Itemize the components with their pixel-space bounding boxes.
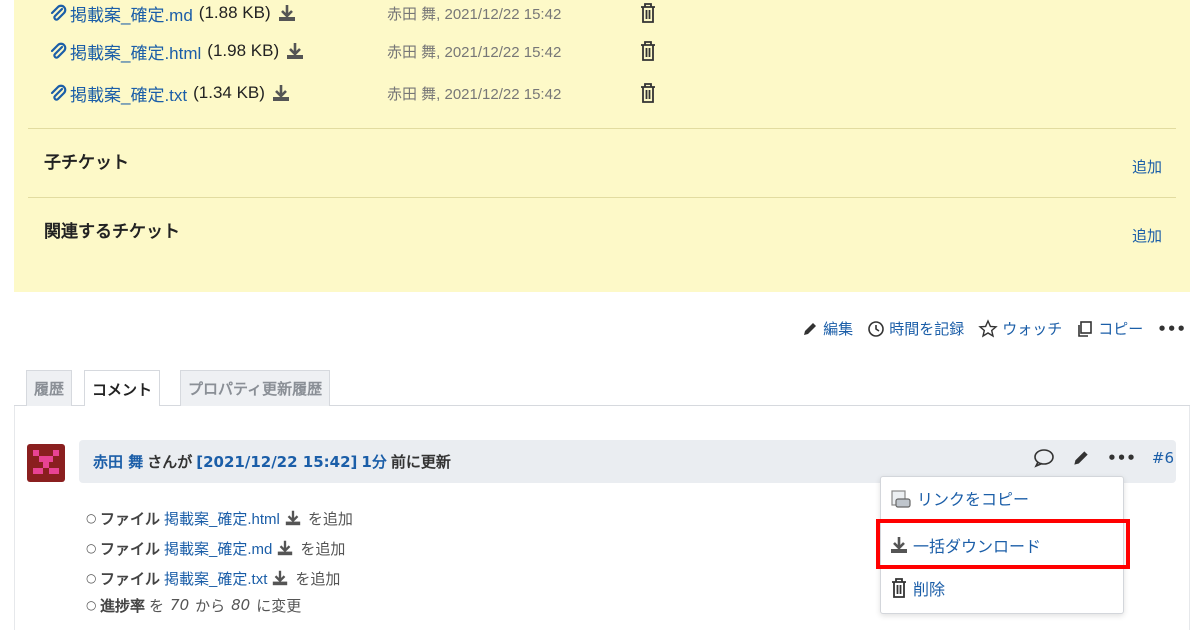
paperclip-icon: [50, 84, 67, 101]
highlight-box: [876, 519, 1130, 569]
relations-title: 関連するチケット: [44, 222, 180, 242]
delete-icon[interactable]: [638, 40, 658, 62]
pencil-icon[interactable]: [1071, 448, 1091, 468]
comment-icon[interactable]: [1033, 448, 1055, 468]
log-time-button[interactable]: 時間を記録: [867, 318, 964, 339]
bullet: ○: [86, 598, 97, 612]
add-relation-link[interactable]: 追加: [1132, 225, 1162, 246]
attachment-size: (1.88 KB): [198, 3, 271, 22]
divider: [28, 197, 1176, 198]
add-subtask-link[interactable]: 追加: [1132, 156, 1162, 177]
attachment-link[interactable]: 掲載案_確定.html: [70, 39, 201, 64]
attachment-link[interactable]: 掲載案_確定.txt: [70, 81, 187, 106]
download-icon[interactable]: [276, 539, 294, 557]
detail-file-link[interactable]: 掲載案_確定.txt: [164, 568, 267, 589]
more-icon[interactable]: •••: [1157, 320, 1186, 338]
journal-detail-item: ○ 進捗率 を 70 から 80 に変更: [86, 596, 302, 615]
copy-button[interactable]: コピー: [1076, 318, 1143, 339]
delete-icon[interactable]: [638, 2, 658, 24]
subtasks-title: 子チケット: [44, 153, 129, 173]
download-icon[interactable]: [271, 83, 291, 103]
journal-detail-item: ○ ファイル 掲載案_確定.html を追加: [86, 508, 353, 529]
download-icon[interactable]: [271, 569, 289, 587]
download-icon[interactable]: [284, 509, 302, 527]
journal-actions: ••• #6: [1033, 448, 1174, 468]
copy-link-menu-item[interactable]: リンクをコピー: [889, 483, 1029, 513]
download-icon[interactable]: [277, 3, 297, 23]
journal-by-text: さんが: [147, 453, 193, 471]
avatar[interactable]: [27, 444, 65, 482]
attachment-size: (1.34 KB): [193, 83, 265, 102]
watch-button[interactable]: ウォッチ: [978, 318, 1062, 339]
attachment-row: 掲載案_確定.md (1.88 KB): [48, 0, 297, 28]
journal-timestamp-link[interactable]: [2021/12/22 15:42]: [196, 453, 357, 471]
attachment-author: 赤田 舞, 2021/12/22 15:42: [387, 85, 562, 103]
detail-file-link[interactable]: 掲載案_確定.html: [164, 508, 280, 529]
journal-detail-item: ○ ファイル 掲載案_確定.md を追加: [86, 538, 346, 559]
detail-file-link[interactable]: 掲載案_確定.md: [164, 538, 272, 559]
attachment-size: (1.98 KB): [207, 41, 280, 60]
attachment-link[interactable]: 掲載案_確定.md: [70, 1, 193, 26]
journal-number-link[interactable]: #6: [1152, 449, 1174, 467]
tab-history[interactable]: 履歴: [26, 370, 73, 406]
paperclip-icon: [50, 42, 67, 59]
delete-icon[interactable]: [638, 82, 658, 104]
attachment-author: 赤田 舞, 2021/12/22 15:42: [387, 43, 562, 61]
journal-detail-item: ○ ファイル 掲載案_確定.txt を追加: [86, 568, 341, 589]
attachment-author: 赤田 舞, 2021/12/22 15:42: [387, 5, 562, 23]
pencil-icon: [804, 322, 817, 335]
tab-comments[interactable]: コメント: [84, 370, 161, 407]
copy-icon: [1078, 320, 1093, 337]
contextual-toolbar: 編集 時間を記録 ウォッチ コピー •••: [787, 318, 1186, 339]
attachment-row: 掲載案_確定.txt (1.34 KB): [48, 78, 291, 108]
bullet: ○: [86, 511, 97, 525]
edit-button[interactable]: 編集: [801, 318, 853, 339]
tab-property-changes[interactable]: プロパティ更新履歴: [180, 370, 331, 406]
journal-author-link[interactable]: 赤田 舞: [93, 451, 143, 472]
attachment-row: 掲載案_確定.html (1.98 KB): [48, 36, 305, 66]
paperclip-icon: [50, 4, 67, 21]
star-icon: [978, 318, 998, 337]
bullet: ○: [86, 541, 97, 555]
download-icon[interactable]: [285, 41, 305, 61]
journal-ago-link[interactable]: 1分: [361, 451, 386, 472]
journal-more-icon[interactable]: •••: [1107, 449, 1136, 467]
history-tabs: 履歴 コメント プロパティ更新履歴: [14, 368, 1190, 407]
clock-icon: [868, 320, 884, 337]
journal-updated-text: 前に更新: [390, 453, 451, 471]
bullet: ○: [86, 571, 97, 585]
delete-icon: [892, 578, 906, 598]
divider: [28, 128, 1176, 129]
link-copy-icon: [891, 490, 911, 508]
delete-menu-item[interactable]: 削除: [889, 573, 945, 603]
